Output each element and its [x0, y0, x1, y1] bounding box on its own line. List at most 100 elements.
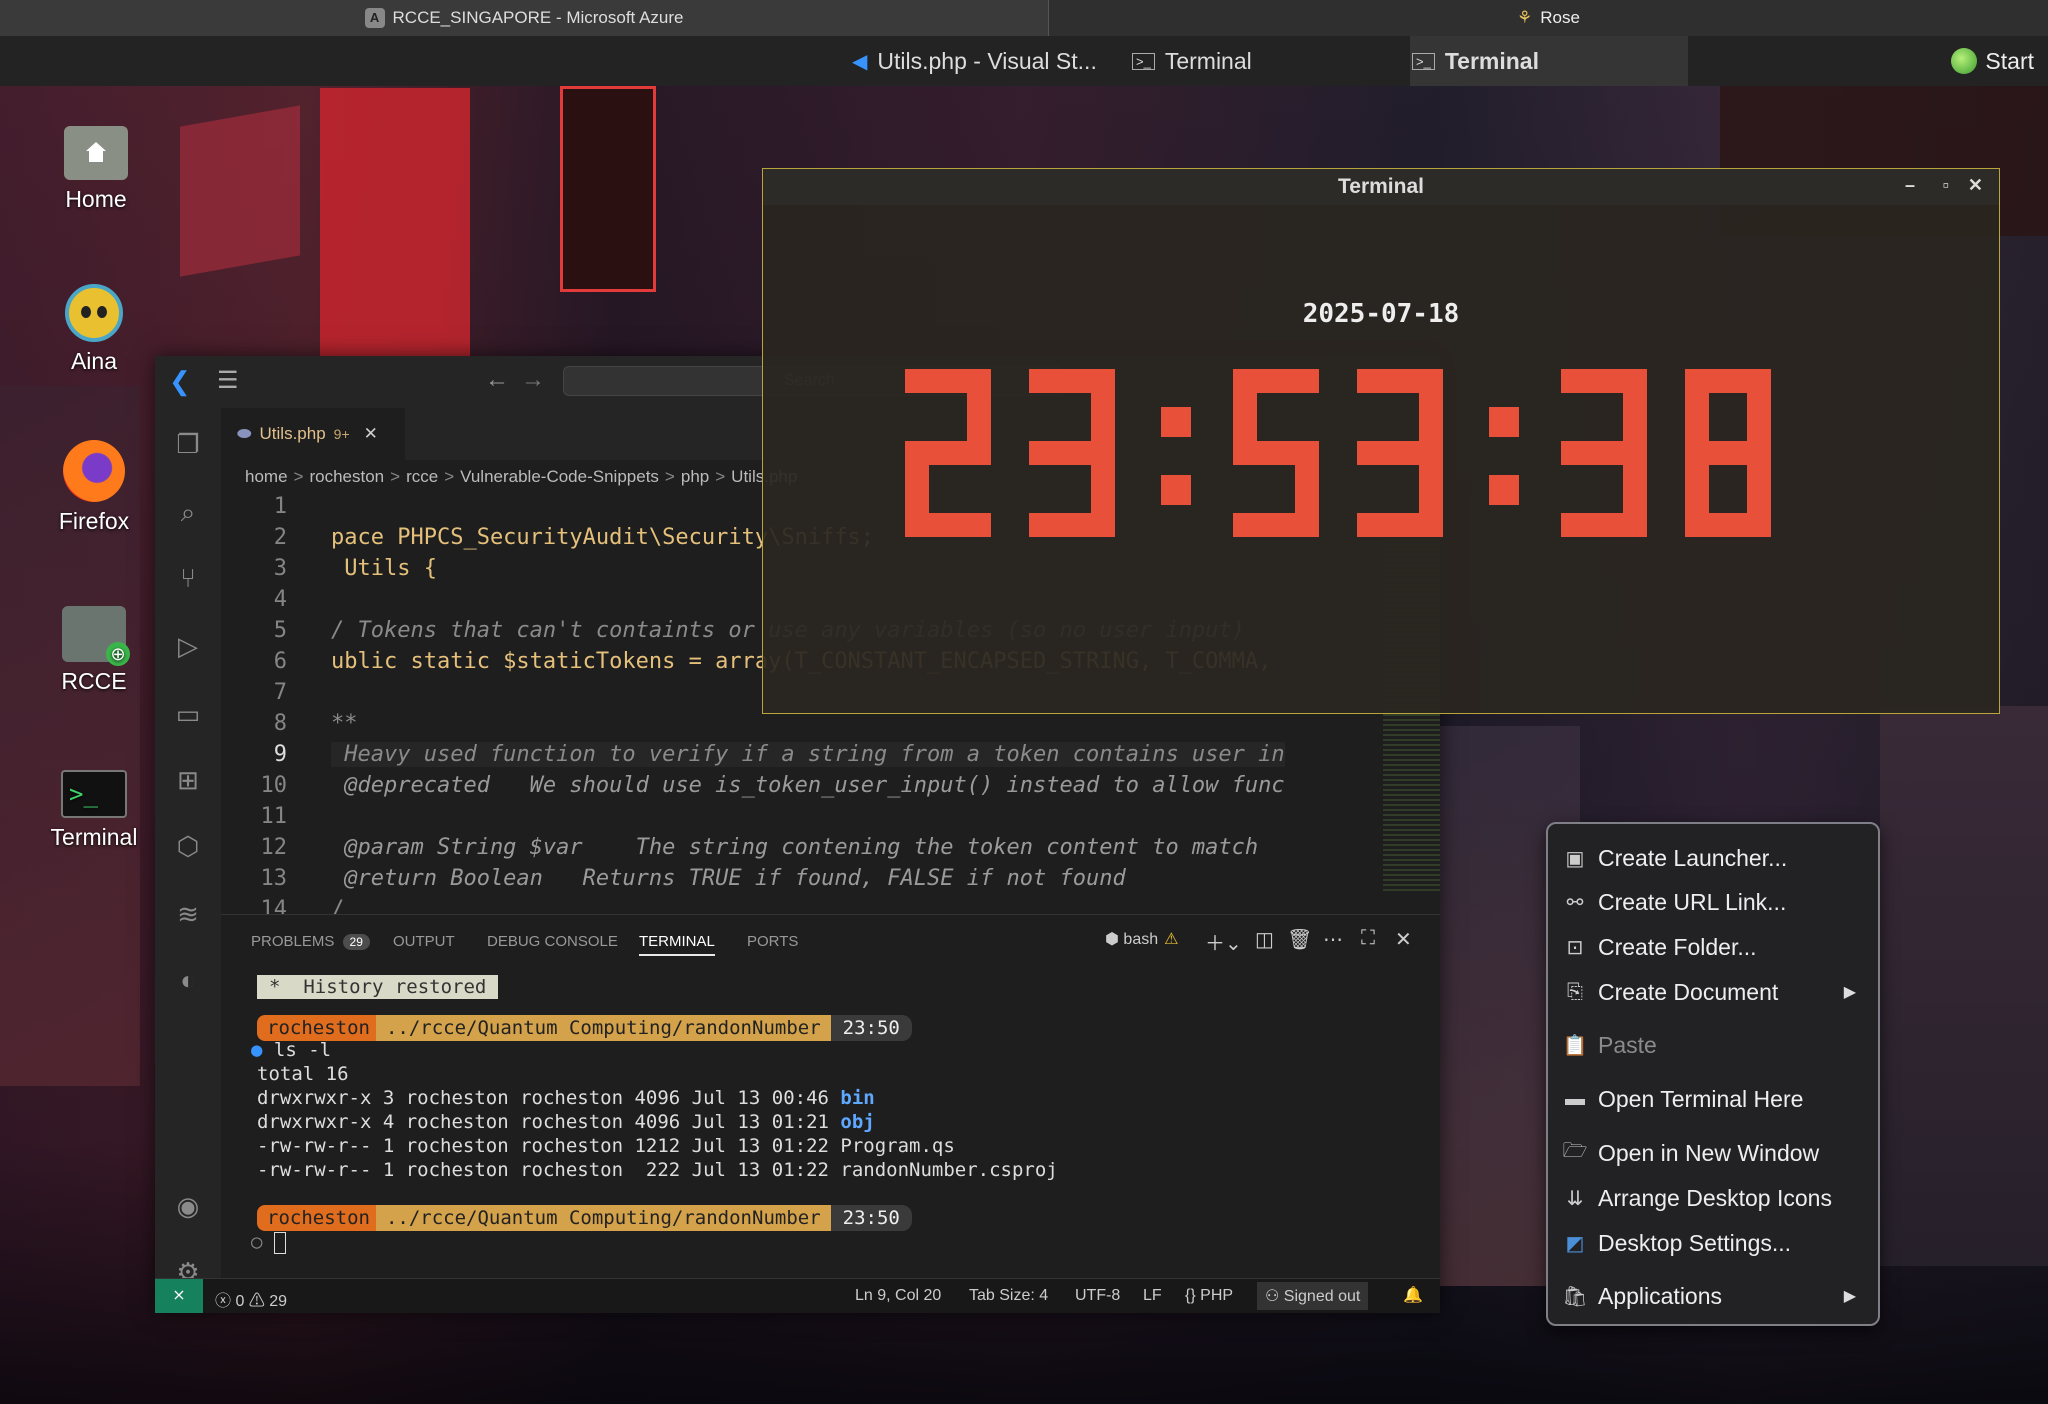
start-button[interactable]: Start — [1951, 36, 2034, 86]
taskbar-item-terminal-active[interactable]: >_ Terminal — [1410, 36, 1688, 86]
terminal-clock-window: Terminal – ▫ ✕ 2025-07-18 — [762, 168, 2000, 714]
bottom-panel: PROBLEMS 29 OUTPUT DEBUG CONSOLE TERMINA… — [221, 914, 1440, 1289]
menu-item-paste[interactable]: 📋 Paste — [1562, 1025, 1862, 1065]
tab-debug-console[interactable]: DEBUG CONSOLE — [487, 933, 618, 950]
aina-app-icon — [65, 284, 123, 342]
code-line: @param String $var The string contening … — [331, 835, 1259, 860]
search-icon[interactable]: ⌕ — [170, 494, 206, 530]
forward-arrow-icon[interactable]: → — [521, 366, 545, 394]
extensions-icon[interactable]: ⊞ — [170, 762, 206, 798]
breadcrumb-item[interactable]: Vulnerable-Code-Snippets — [460, 467, 659, 487]
arrange-icon: ⇊ — [1566, 1187, 1584, 1210]
trash-icon[interactable]: 🗑 — [1287, 927, 1312, 952]
submenu-arrow-icon: ▶ — [1843, 1288, 1856, 1305]
menu-item-open-in-new-window[interactable]: 🗁 Open in New Window — [1562, 1133, 1862, 1173]
remote-explorer-icon[interactable]: ▭ — [170, 696, 206, 732]
shell-prompt: rocheston ../rcce/Quantum Computing/rand… — [257, 1205, 912, 1231]
session-tab-rose[interactable]: ⚘ Rose — [1049, 0, 2048, 36]
clock-digit-segment — [1029, 513, 1115, 537]
breadcrumb-item[interactable]: rocheston — [309, 467, 384, 487]
back-arrow-icon[interactable]: ← — [485, 366, 509, 394]
breadcrumb-item[interactable]: rcce — [406, 467, 438, 487]
link-icon: ⚯ — [1566, 891, 1584, 914]
tab-terminal[interactable]: TERMINAL — [639, 933, 715, 956]
language-label: PHP — [1200, 1287, 1234, 1304]
accounts-icon[interactable]: ◉ — [170, 1188, 206, 1224]
desktop-icon-firefox[interactable]: Firefox — [34, 440, 154, 535]
eol[interactable]: LF — [1143, 1287, 1162, 1305]
terminal-output-text: drwxrwxr-x 3 rocheston rocheston 4096 Ju… — [257, 1087, 841, 1109]
menu-item-label: Desktop Settings... — [1598, 1229, 1792, 1256]
session-tab-azure[interactable]: A RCCE_SINGAPORE - Microsoft Azure — [0, 0, 1049, 36]
clock-digit-segment — [905, 513, 991, 537]
terminal-output-line: total 16 — [257, 1063, 349, 1085]
prompt-user: rocheston — [257, 1015, 376, 1041]
menu-item-create-folder[interactable]: ⊡ Create Folder... — [1562, 927, 1862, 967]
menu-item-arrange-desktop-icons[interactable]: ⇊ Arrange Desktop Icons — [1562, 1178, 1862, 1218]
menu-item-create-document[interactable]: ⎘ Create Document ▶ — [1562, 972, 1862, 1012]
menu-item-label: Create Document — [1598, 978, 1779, 1005]
maximize-panel-icon[interactable]: ⛶ — [1361, 927, 1375, 950]
wave-icon[interactable]: ≋ — [170, 896, 206, 932]
menu-item-desktop-settings[interactable]: ◩ Desktop Settings... — [1562, 1223, 1862, 1263]
globe-icon[interactable]: ◐ — [170, 962, 206, 998]
account-icon: ⚇ — [1265, 1288, 1284, 1305]
shell-icon: ⬢ — [1105, 931, 1124, 948]
terminal-icon: >_ — [1132, 52, 1155, 70]
more-actions-icon[interactable]: ⋯ — [1323, 927, 1343, 952]
close-tab-icon[interactable]: ✕ — [364, 424, 378, 444]
taskbar-item-label: Terminal — [1444, 47, 1539, 74]
tab-ports[interactable]: PORTS — [747, 933, 798, 950]
desktop-icon-rcce[interactable]: ⊕ RCCE — [34, 606, 154, 695]
terminal-output-line: drwxrwxr-x 4 rocheston rocheston 4096 Ju… — [257, 1111, 875, 1133]
prompt-user: rocheston — [257, 1205, 376, 1231]
encoding[interactable]: UTF-8 — [1075, 1287, 1120, 1305]
desktop-icon-aina[interactable]: Aina — [34, 284, 154, 375]
clock-digits — [905, 369, 1771, 537]
tab-output[interactable]: OUTPUT — [393, 933, 455, 950]
menu-item-create-launcher[interactable]: ▣ Create Launcher... — [1562, 838, 1862, 878]
notifications-bell-icon[interactable]: 🔔 — [1403, 1285, 1423, 1305]
taskbar-item-label: Terminal — [1164, 47, 1252, 74]
language-mode[interactable]: {} PHP — [1185, 1287, 1233, 1305]
clock-digits-canvas — [905, 369, 1771, 537]
containers-icon[interactable]: ⬡ — [170, 828, 206, 864]
account-status[interactable]: ⚇ Signed out — [1257, 1282, 1369, 1310]
terminal-input-line[interactable]: ○ — [251, 1231, 286, 1254]
split-terminal-icon[interactable]: ◫ — [1255, 927, 1274, 952]
menu-item-create-url-link[interactable]: ⚯ Create URL Link... — [1562, 882, 1862, 922]
desktop-icon-terminal[interactable]: >_ Terminal — [34, 770, 154, 851]
clock-colon-dot — [1161, 407, 1191, 437]
menu-icon[interactable]: ☰ — [217, 366, 239, 395]
menu-item-open-terminal-here[interactable]: ▬ Open Terminal Here — [1562, 1079, 1862, 1119]
breadcrumb-item[interactable]: php — [681, 467, 709, 487]
code-line: Utils { — [331, 556, 437, 581]
source-control-icon[interactable]: ⑂ — [170, 560, 206, 596]
breadcrumb-item[interactable]: home — [245, 467, 288, 487]
clock-digit-segment — [1685, 441, 1771, 465]
new-terminal-icon[interactable]: ＋⌄ — [1205, 927, 1242, 956]
menu-item-applications[interactable]: 🛍 Applications ▶ — [1562, 1276, 1862, 1316]
clock-colon-dot — [1489, 407, 1519, 437]
error-count: 0 — [235, 1293, 245, 1310]
terminal-command-line: ● ls -l — [251, 1039, 332, 1061]
shell-prompt: rocheston ../rcce/Quantum Computing/rand… — [257, 1015, 912, 1041]
home-folder-icon — [64, 126, 128, 180]
explorer-icon[interactable]: ❐ — [170, 426, 206, 462]
terminal-shell-selector[interactable]: ⬢ bash ⚠ — [1105, 929, 1178, 949]
close-panel-icon[interactable]: ✕ — [1395, 927, 1412, 952]
desktop-icon-label: Aina — [70, 348, 118, 374]
azure-app-icon: A — [364, 8, 385, 28]
cursor-position[interactable]: Ln 9, Col 20 — [855, 1287, 941, 1305]
taskbar-item-vscode[interactable]: ◀ Utils.php - Visual St... — [852, 36, 1097, 86]
terminal-icon: ▬ — [1565, 1087, 1585, 1110]
taskbar-item-terminal[interactable]: >_ Terminal — [1132, 36, 1252, 86]
desktop-icon-home[interactable]: Home — [36, 126, 156, 213]
run-debug-icon[interactable]: ▷ — [170, 628, 206, 664]
remote-indicator-icon[interactable]: ⨯ — [155, 1279, 203, 1313]
problems-status[interactable]: ⓧ 0 ⚠ 29 — [215, 1287, 287, 1311]
tab-size[interactable]: Tab Size: 4 — [969, 1287, 1048, 1305]
tab-utils-php[interactable]: ⬬ Utils.php 9+ ✕ — [221, 408, 405, 460]
neon-sign — [180, 105, 300, 277]
tab-problems[interactable]: PROBLEMS 29 — [251, 933, 370, 950]
